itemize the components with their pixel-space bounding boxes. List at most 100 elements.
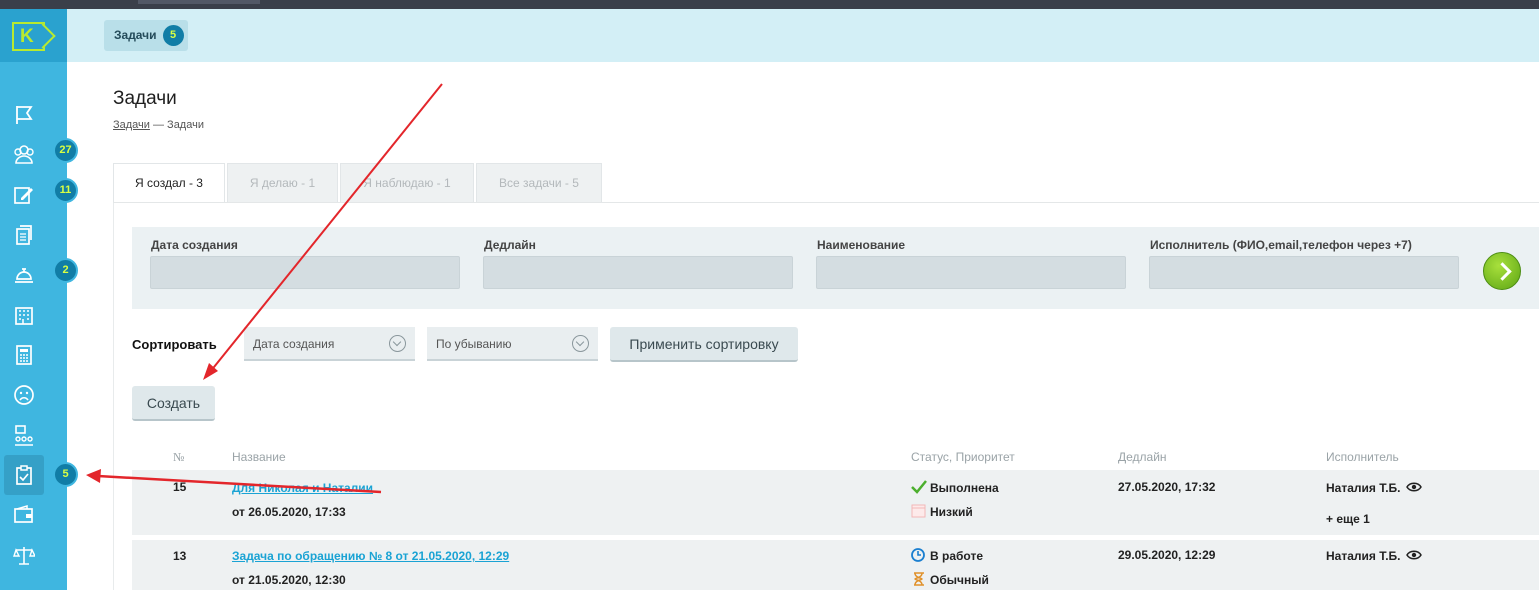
column-header-number: № [173,450,185,464]
task-deadline: 29.05.2020, 12:29 [1118,548,1216,562]
task-more-assignees[interactable]: + еще 1 [1326,512,1370,526]
sidebar-item-complaints[interactable] [4,375,44,415]
task-title-link[interactable]: Для Николая и Наталии [232,481,373,495]
eye-icon[interactable] [1405,480,1422,494]
sort-order-value: По убыванию [436,337,512,351]
filter-assignee-label: Исполнитель (ФИО,email,телефон через +7) [1150,238,1412,252]
filter-assignee-input[interactable] [1149,256,1459,289]
arrow-head-to-create [203,363,218,380]
task-created-date: от 21.05.2020, 12:30 [232,573,346,587]
sidebar-item-calculator[interactable] [4,335,44,375]
breadcrumb: Задачи — Задачи [113,119,204,131]
column-header-assignee: Исполнитель [1326,450,1399,464]
page-title: Задачи [113,88,177,109]
sidebar-item-buildings[interactable] [4,295,44,335]
table-row[interactable]: 15 Для Николая и Наталии от 26.05.2020, … [132,470,1539,535]
task-assignee: Наталия Т.Б. [1326,548,1425,563]
task-status-text: В работе [930,549,983,563]
sidebar-item-notes[interactable] [4,175,44,215]
sad-face-icon [14,385,34,405]
header-bar: Задачи 5 [67,9,1539,62]
filter-deadline-label: Дедлайн [484,238,536,252]
task-number: 13 [173,549,187,563]
sidebar-item-wallet[interactable] [4,495,44,535]
task-status-text: Выполнена [930,481,999,495]
header-chip-label: Задачи [114,28,157,42]
sort-field-value: Дата создания [253,337,335,351]
flag-icon [16,106,33,124]
breadcrumb-current: — Задачи [149,119,204,131]
column-header-deadline: Дедлайн [1118,450,1167,464]
sidebar-item-flag[interactable] [4,95,44,135]
task-number: 15 [173,480,187,494]
concierge-bell-icon [15,268,33,283]
logo[interactable]: K [0,9,67,62]
tab-doing[interactable]: Я делаю - 1 [227,163,338,203]
task-status: Выполнена [911,480,999,495]
tab-divider [113,202,1539,203]
calendar-low-icon [911,504,926,518]
scales-icon [13,547,35,565]
column-header-status: Статус, Приоритет [911,450,1015,464]
sort-label: Сортировать [132,337,217,352]
breadcrumb-link[interactable]: Задачи [113,119,150,131]
filter-name-input[interactable] [816,256,1126,289]
clock-icon [911,548,925,562]
hourglass-icon [914,572,924,586]
calculator-icon [16,345,32,365]
chevron-down-icon [389,335,406,352]
column-header-name: Название [232,450,286,464]
chevron-down-icon [572,335,589,352]
table-row[interactable]: 13 Задача по обращению № 8 от 21.05.2020… [132,540,1539,590]
documents-icon [16,225,32,245]
task-priority: Обычный [911,572,989,587]
apply-sort-button[interactable]: Применить сортировку [610,327,798,362]
panel-border [113,203,114,590]
tab-created[interactable]: Я создал - 3 [113,163,225,203]
sidebar-item-legal[interactable] [4,535,44,575]
task-title-link[interactable]: Задача по обращению № 8 от 21.05.2020, 1… [232,549,509,563]
clipboard-check-icon [16,465,32,485]
header-chip-count: 5 [162,25,184,46]
sort-order-select[interactable]: По убыванию [427,327,598,361]
sidebar-item-documents[interactable] [4,215,44,255]
task-deadline: 27.05.2020, 17:32 [1118,480,1216,494]
sidebar-item-users[interactable] [4,135,44,175]
sidebar-item-tasks[interactable] [4,455,44,495]
sort-field-select[interactable]: Дата создания [244,327,415,361]
task-priority: Низкий [911,504,973,519]
checkmark-icon [911,480,927,494]
filter-panel: Дата создания Дедлайн Наименование Испол… [132,227,1539,309]
sidebar-badge-reception: 2 [53,258,78,283]
task-priority-text: Низкий [930,505,973,519]
filter-created-label: Дата создания [151,238,238,252]
filter-name-label: Наименование [817,238,906,252]
logo-mark: K [12,22,45,51]
edit-note-icon [14,187,33,204]
arrow-head-to-tasks [86,469,101,483]
tab-all[interactable]: Все задачи - 5 [476,163,602,203]
task-priority-text: Обычный [930,573,989,587]
sidebar-badge-tasks: 5 [53,462,78,487]
sidebar-item-reception[interactable] [4,255,44,295]
filter-created-input[interactable] [150,256,460,289]
sidebar-badge-notes: 11 [53,178,78,203]
tab-watching[interactable]: Я наблюдаю - 1 [340,163,474,203]
sidebar: K 27 11 2 5 [0,9,78,590]
create-task-button[interactable]: Создать [132,386,215,421]
users-group-icon [14,145,34,164]
filter-deadline-input[interactable] [483,256,793,289]
eye-icon[interactable] [1405,548,1422,562]
task-assignee-name: Наталия Т.Б. [1326,481,1401,495]
task-assignee-name: Наталия Т.Б. [1326,549,1401,563]
filter-submit-button[interactable] [1483,252,1521,290]
task-assignee: Наталия Т.Б. [1326,480,1425,495]
header-tasks-chip[interactable]: Задачи 5 [104,20,188,51]
org-structure-icon [15,425,33,446]
sidebar-badge-users: 27 [53,138,78,163]
sidebar-item-structure[interactable] [4,415,44,455]
task-status: В работе [911,548,983,563]
top-strip-block [138,0,260,4]
task-created-date: от 26.05.2020, 17:33 [232,505,346,519]
building-icon [15,307,33,325]
